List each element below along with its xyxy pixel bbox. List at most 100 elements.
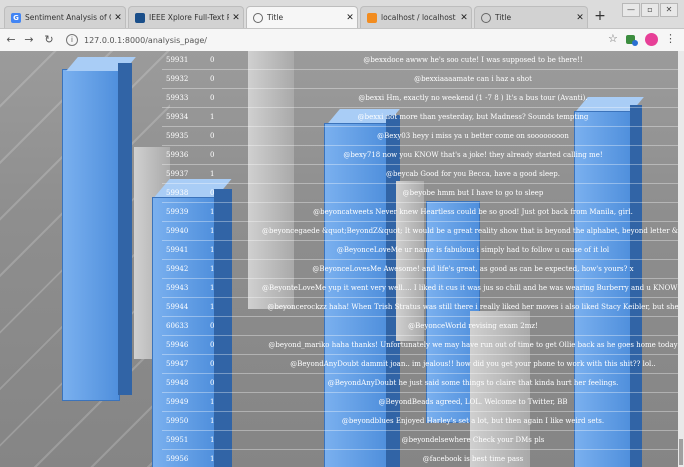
sentiment-label-cell: 0 bbox=[210, 379, 215, 387]
tab-sentiment-analysis[interactable]: G Sentiment Analysis of Commen ✕ bbox=[4, 6, 126, 28]
sentiment-label-cell: 1 bbox=[210, 246, 215, 254]
background-bar-side bbox=[118, 63, 132, 395]
tab-title: IEEE Xplore Full-Text PDF: bbox=[149, 13, 229, 22]
row-id-cell: 59950 bbox=[166, 417, 189, 425]
row-id-cell: 59949 bbox=[166, 398, 189, 406]
close-tab-icon[interactable]: ✕ bbox=[573, 13, 587, 23]
table-row: 59948 0 @BeyondAnyDoubt he just said some … bbox=[162, 374, 684, 393]
scrollbar-thumb[interactable] bbox=[679, 439, 683, 465]
table-row: 59932 0 @bexxiaaaamate can i haz a shot bbox=[162, 70, 684, 89]
globe-icon bbox=[481, 12, 491, 23]
reload-icon[interactable]: ↻ bbox=[42, 32, 56, 48]
row-id-cell: 59932 bbox=[166, 75, 189, 83]
sentiment-label-cell: 0 bbox=[210, 360, 215, 368]
sentiment-label-cell: 0 bbox=[210, 341, 215, 349]
tab-title: Sentiment Analysis of Commen bbox=[25, 13, 111, 22]
forward-icon[interactable]: → bbox=[22, 32, 36, 48]
tweet-text-cell: @beyobe hmm but I have to go to sleep bbox=[402, 189, 544, 197]
info-icon[interactable]: i bbox=[66, 34, 78, 46]
table-row: 59935 0 @Bexy03 heyy i miss ya u better co… bbox=[162, 127, 684, 146]
maximize-icon[interactable]: ▫ bbox=[641, 3, 659, 17]
row-id-cell: 59948 bbox=[166, 379, 189, 387]
google-icon: G bbox=[11, 12, 21, 23]
tweet-text-cell: @beyond_mariko haha thanks! Unfortunatel… bbox=[268, 341, 678, 349]
tab-phpmyadmin[interactable]: localhost / localhost | phpMyAd ✕ bbox=[360, 6, 472, 28]
table-row: 59947 0 @BeyondAnyDoubt dammit joan.. im j… bbox=[162, 355, 684, 374]
table-row: 59943 1 @BeyonteLoveMe yup it went very we… bbox=[162, 279, 684, 298]
table-row: 59942 1 @BeyonceLovesMe Awesome! and life'… bbox=[162, 260, 684, 279]
sentiment-label-cell: 1 bbox=[210, 227, 215, 235]
url-text: 127.0.0.1:8000/analysis_page/ bbox=[84, 35, 207, 45]
row-id-cell: 59937 bbox=[166, 170, 189, 178]
sentiment-table: 59931 0 @bexxdoce awww he's soo cute! I wa… bbox=[162, 51, 684, 467]
row-id-cell: 59936 bbox=[166, 151, 189, 159]
new-tab-button[interactable]: + bbox=[592, 7, 608, 25]
sentiment-label-cell: 0 bbox=[210, 132, 215, 140]
tweet-text-cell: @BeyonceLoveMe ur name is fabulous i sim… bbox=[336, 246, 610, 254]
row-id-cell: 59939 bbox=[166, 208, 189, 216]
table-row: 59949 1 @BeyondBeads agreed, LOL. Welcome … bbox=[162, 393, 684, 412]
close-tab-icon[interactable]: ✕ bbox=[229, 13, 243, 23]
tweet-text-cell: @beyoncatweets Never knew Heartless coul… bbox=[313, 208, 633, 216]
table-row: 59931 0 @bexxdoce awww he's soo cute! I wa… bbox=[162, 51, 684, 70]
tweet-text-cell: @Bexy03 heyy i miss ya u better come on … bbox=[377, 132, 569, 140]
row-id-cell: 59956 bbox=[166, 455, 189, 463]
table-row: 59934 1 @bexxi not more than yesterday, bu… bbox=[162, 108, 684, 127]
sentiment-label-cell: 1 bbox=[210, 208, 215, 216]
bookmark-star-icon[interactable]: ☆ bbox=[608, 32, 618, 45]
globe-icon bbox=[253, 12, 263, 23]
close-tab-icon[interactable]: ✕ bbox=[457, 13, 471, 23]
table-row: 59944 1 @beyoncerockzz haha! When Trish St… bbox=[162, 298, 684, 317]
address-bar[interactable]: i 127.0.0.1:8000/analysis_page/ bbox=[66, 32, 602, 48]
sentiment-label-cell: 1 bbox=[210, 398, 215, 406]
tweet-text-cell: @BeyonteLoveMe yup it went very well....… bbox=[262, 284, 684, 292]
tweet-text-cell: @BeyondBeads agreed, LOL. Welcome to Twi… bbox=[378, 398, 568, 406]
tweet-text-cell: @beycab Good for you Becca, have a good … bbox=[386, 170, 560, 178]
row-id-cell: 59938 bbox=[166, 189, 189, 197]
menu-icon[interactable]: ⋮ bbox=[665, 32, 676, 45]
sentiment-label-cell: 0 bbox=[210, 94, 215, 102]
tab-title: localhost / localhost | phpMyAd bbox=[381, 13, 457, 22]
row-id-cell: 59933 bbox=[166, 94, 189, 102]
back-icon[interactable]: ← bbox=[4, 32, 18, 48]
close-tab-icon[interactable]: ✕ bbox=[111, 13, 125, 23]
close-tab-icon[interactable]: ✕ bbox=[343, 13, 357, 23]
row-id-cell: 59947 bbox=[166, 360, 189, 368]
tab-title-active[interactable]: Title ✕ bbox=[246, 6, 358, 28]
tweet-text-cell: @beyondblues Enjoyed Harley's set a lot,… bbox=[341, 417, 605, 425]
table-row: 60633 0 @BeyonceWorld revising exam 2mz! bbox=[162, 317, 684, 336]
tab-ieee-xplore[interactable]: IEEE Xplore Full-Text PDF: ✕ bbox=[128, 6, 244, 28]
tweet-text-cell: @beyoncerockzz haha! When Trish Stratus … bbox=[267, 303, 679, 311]
sentiment-label-cell: 1 bbox=[210, 113, 215, 121]
table-row: 59936 0 @bexy718 now you KNOW that's a jok… bbox=[162, 146, 684, 165]
sentiment-label-cell: 1 bbox=[210, 284, 215, 292]
close-window-icon[interactable]: ✕ bbox=[660, 3, 678, 17]
sentiment-label-cell: 0 bbox=[210, 75, 215, 83]
table-row: 59940 1 @beyoncegaede &quot;BeyondZ&quot; … bbox=[162, 222, 684, 241]
row-id-cell: 59934 bbox=[166, 113, 189, 121]
tab-title[interactable]: Title ✕ bbox=[474, 6, 588, 28]
table-row: 59951 1 @beyondelsewhere Check your DMs pl… bbox=[162, 431, 684, 450]
minimize-icon[interactable]: — bbox=[622, 3, 640, 17]
sentiment-label-cell: 1 bbox=[210, 170, 215, 178]
tweet-text-cell: @beyondelsewhere Check your DMs pls bbox=[401, 436, 545, 444]
row-id-cell: 59951 bbox=[166, 436, 189, 444]
sentiment-label-cell: 1 bbox=[210, 265, 215, 273]
row-id-cell: 59944 bbox=[166, 303, 189, 311]
tab-strip: G Sentiment Analysis of Commen ✕ IEEE Xp… bbox=[0, 0, 684, 29]
profile-avatar-icon[interactable] bbox=[645, 33, 658, 46]
tweet-text-cell: @bexxi Hm, exactly no weekend (1 -7 8 ) … bbox=[358, 94, 588, 102]
row-id-cell: 59931 bbox=[166, 56, 189, 64]
extension-badge-icon bbox=[632, 40, 638, 46]
tweet-text-cell: @bexxiaaaamate can i haz a shot bbox=[414, 75, 532, 83]
sentiment-label-cell: 0 bbox=[210, 56, 215, 64]
table-row: 59941 1 @BeyonceLoveMe ur name is fabulous… bbox=[162, 241, 684, 260]
phpmyadmin-icon bbox=[367, 12, 377, 23]
background-bar bbox=[62, 69, 120, 401]
sentiment-label-cell: 0 bbox=[210, 189, 215, 197]
tweet-text-cell: @bexy718 now you KNOW that's a joke! the… bbox=[343, 151, 603, 159]
vertical-scrollbar[interactable] bbox=[678, 51, 684, 467]
row-id-cell: 60633 bbox=[166, 322, 189, 330]
row-id-cell: 59943 bbox=[166, 284, 189, 292]
tab-title: Title bbox=[495, 13, 512, 22]
